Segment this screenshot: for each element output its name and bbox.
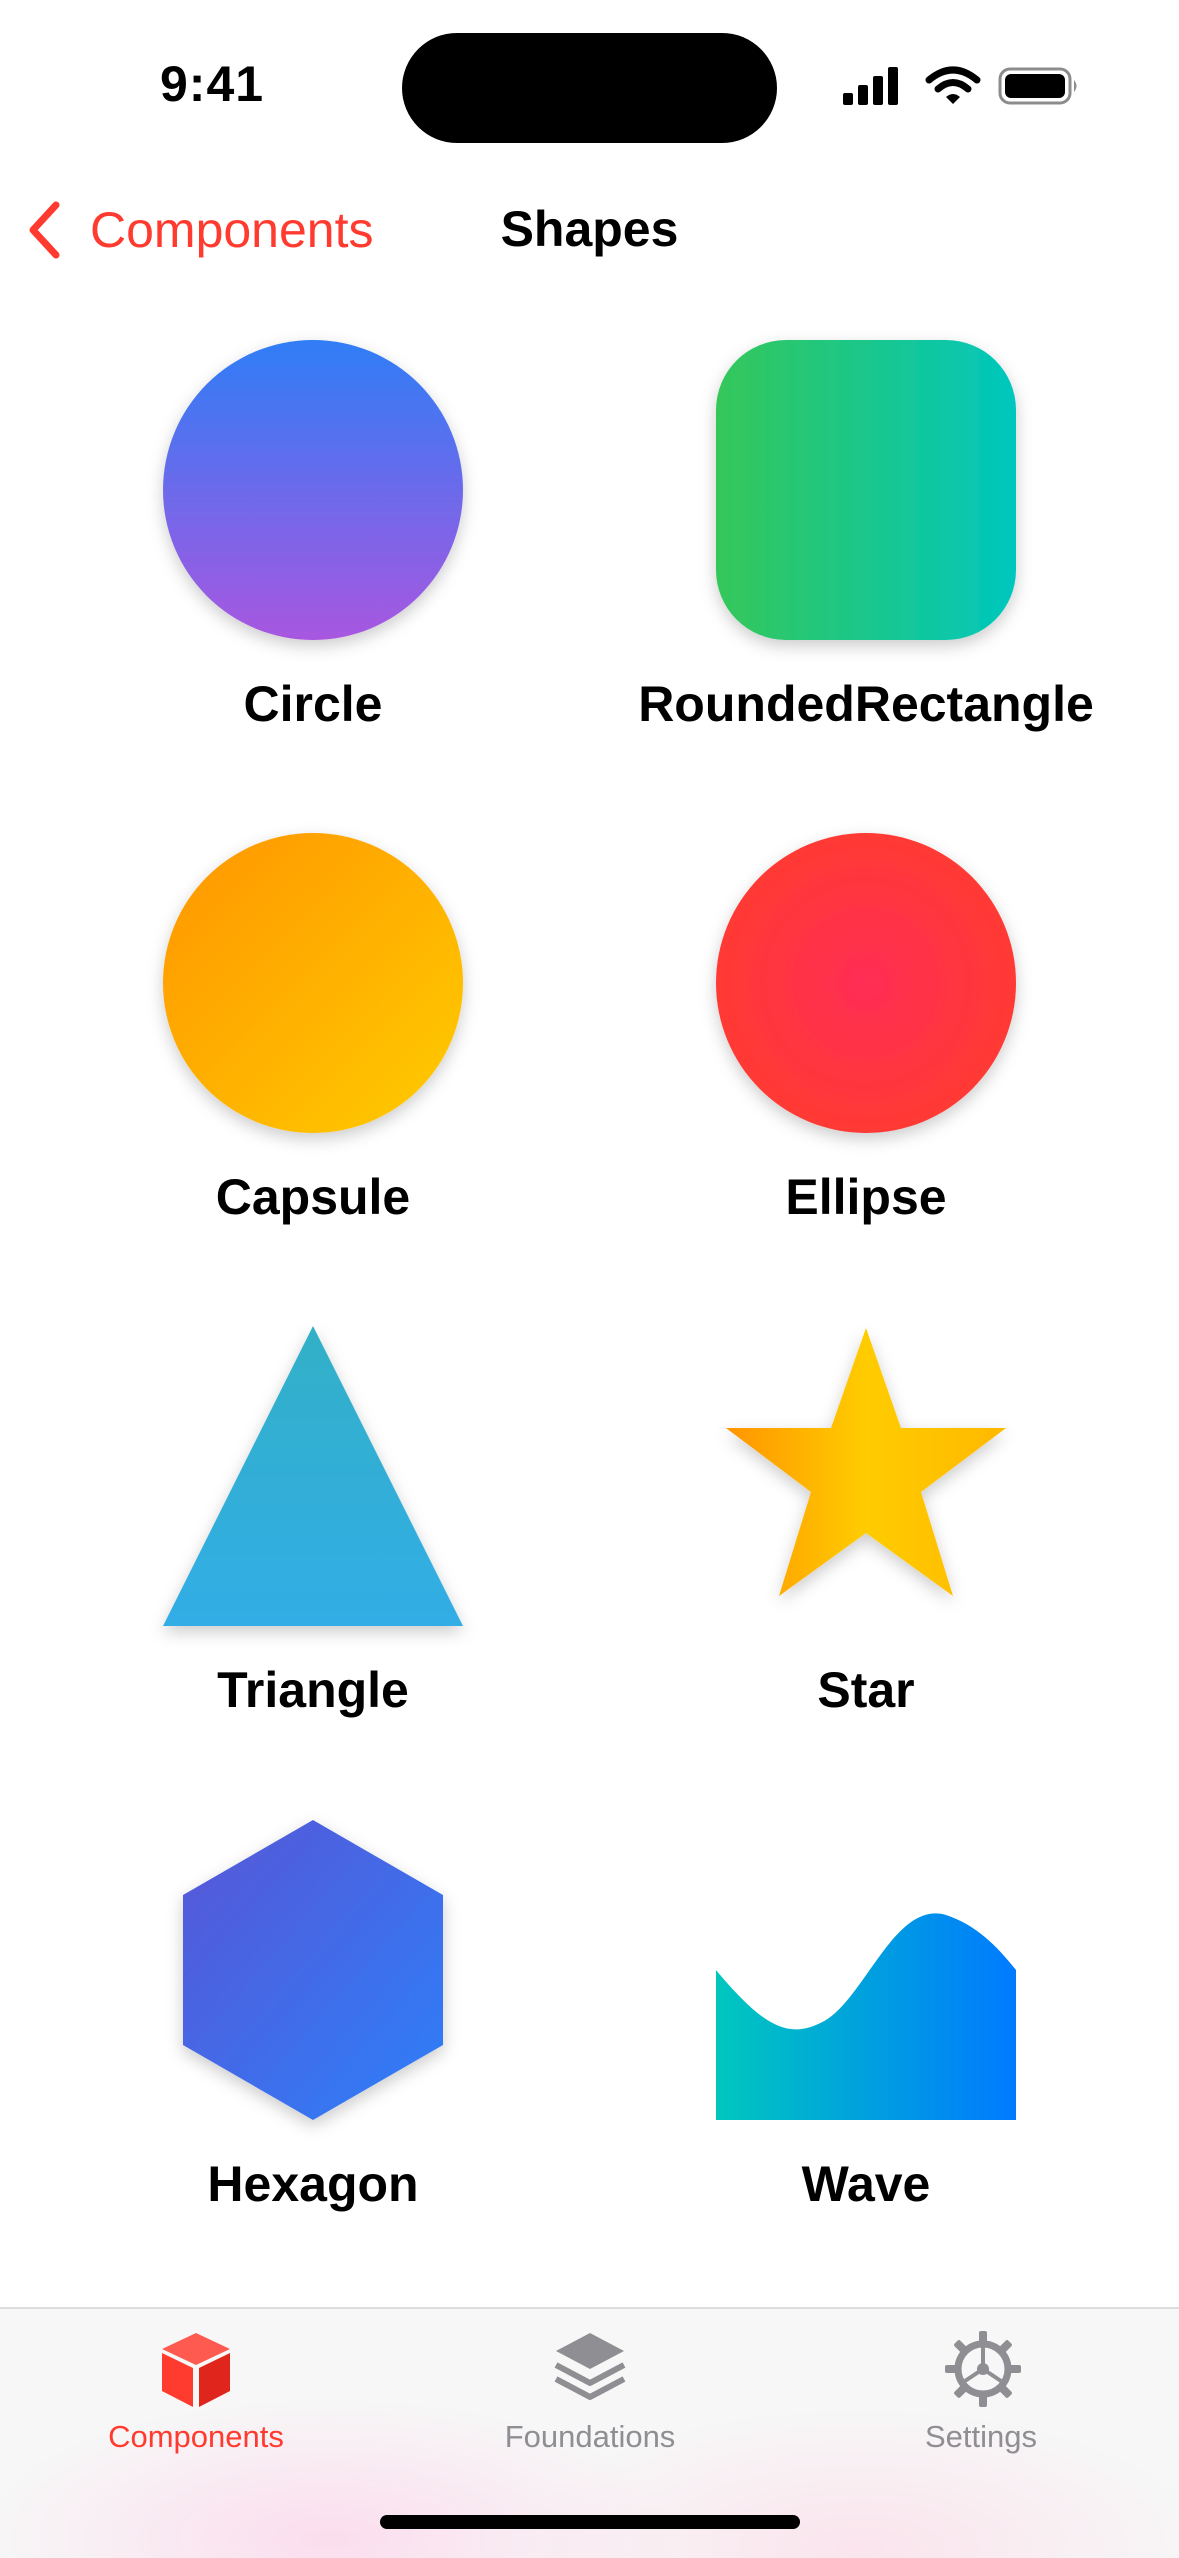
ellipse-shape-icon xyxy=(716,833,1016,1133)
triangle-shape-icon xyxy=(163,1326,463,1626)
capsule-shape-icon xyxy=(163,833,463,1133)
home-indicator xyxy=(380,2515,800,2529)
layers-icon xyxy=(554,2333,626,2400)
shape-label: Circle xyxy=(243,676,383,732)
shape-label: Capsule xyxy=(215,1169,411,1225)
shape-label: Star xyxy=(817,1662,915,1718)
shape-label: RoundedRectangle xyxy=(638,676,1094,732)
tab-label: Settings xyxy=(924,2419,1037,2454)
tab-foundations[interactable]: Foundations xyxy=(440,2309,740,2469)
gear-icon xyxy=(945,2331,1021,2407)
hexagon-shape-icon xyxy=(183,1820,443,2120)
shape-label: Triangle xyxy=(217,1662,409,1718)
shape-cell-wave[interactable]: Wave xyxy=(586,1820,1146,2290)
tab-components[interactable]: Components xyxy=(46,2309,346,2469)
tab-label: Components xyxy=(108,2419,284,2454)
cellular-signal-icon xyxy=(843,67,898,105)
shape-cell-star[interactable]: Star xyxy=(586,1326,1146,1796)
battery-icon xyxy=(998,67,1077,105)
dynamic-island xyxy=(402,33,777,143)
shape-cell-hexagon[interactable]: Hexagon xyxy=(33,1820,593,2290)
shape-cell-circle[interactable]: Circle xyxy=(33,340,593,810)
shape-cell-capsule[interactable]: Capsule xyxy=(33,833,593,1303)
rounded-rectangle-shape-icon xyxy=(716,340,1016,640)
status-time: 9:41 xyxy=(160,56,265,112)
circle-shape-icon xyxy=(163,340,463,640)
page-title: Shapes xyxy=(500,201,679,257)
star-shape-icon xyxy=(726,1328,1006,1596)
shape-label: Wave xyxy=(801,2156,931,2212)
shape-label: Ellipse xyxy=(785,1169,947,1225)
navigation-bar: Components Shapes xyxy=(0,180,1179,280)
tab-settings[interactable]: Settings xyxy=(831,2309,1131,2469)
tab-label: Foundations xyxy=(504,2419,676,2454)
shape-cell-rounded-rectangle[interactable]: RoundedRectangle xyxy=(586,340,1146,810)
wave-shape-icon xyxy=(716,1913,1016,2120)
status-bar: 9:41 xyxy=(0,0,1179,170)
shape-label: Hexagon xyxy=(207,2156,419,2212)
cube-icon xyxy=(162,2333,230,2407)
shape-cell-triangle[interactable]: Triangle xyxy=(33,1326,593,1796)
shape-cell-ellipse[interactable]: Ellipse xyxy=(586,833,1146,1303)
wifi-icon xyxy=(925,66,981,104)
